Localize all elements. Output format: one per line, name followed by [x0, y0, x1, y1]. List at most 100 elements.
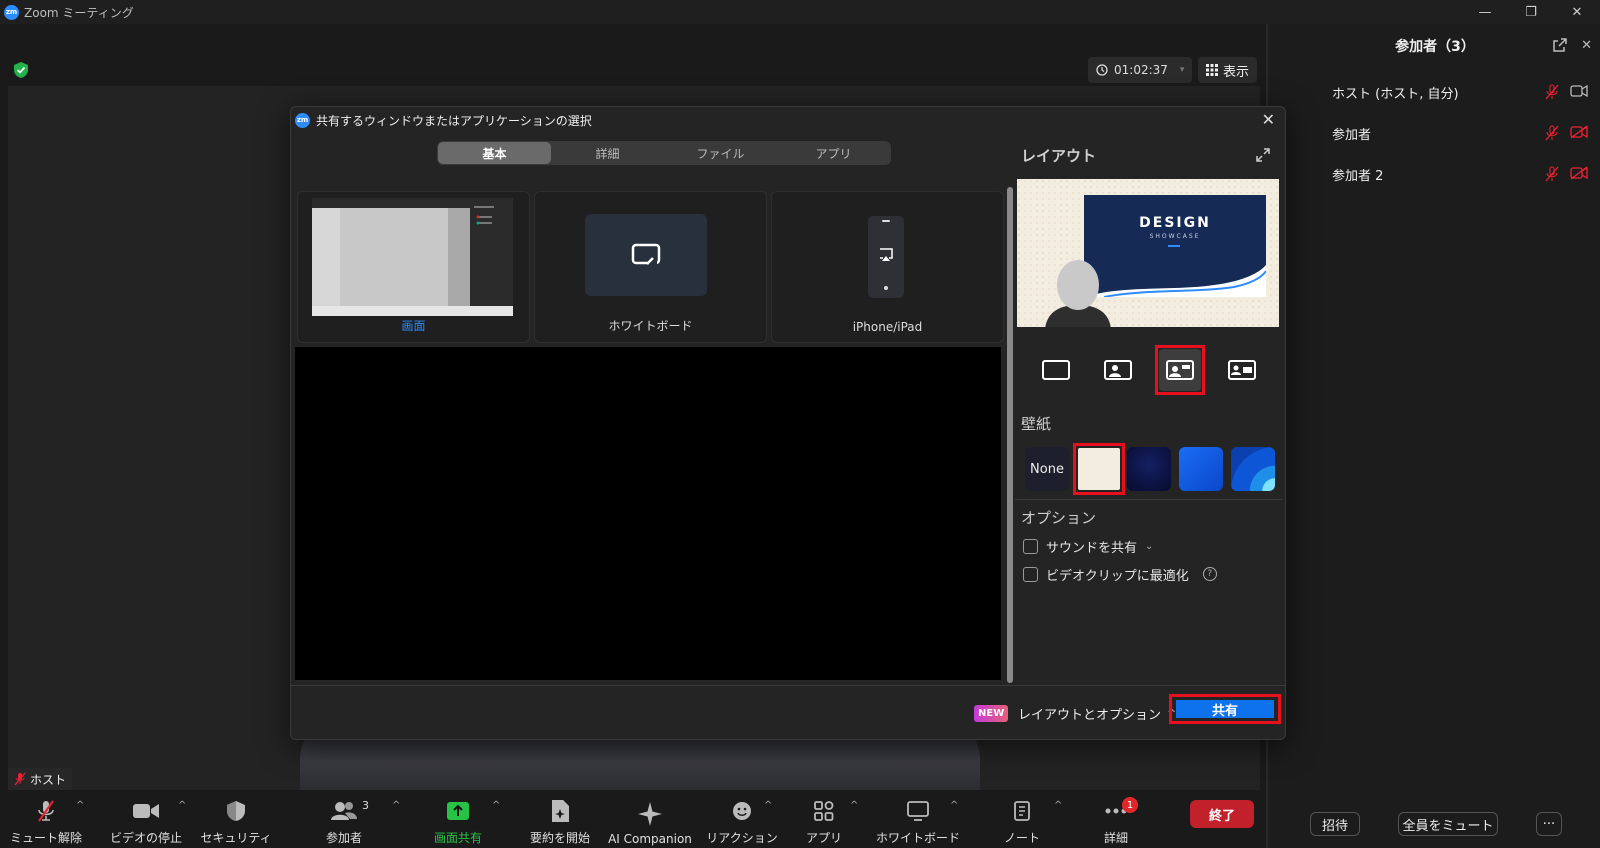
layout-options-label: レイアウトとオプション — [1018, 708, 1162, 723]
more-notification-badge: 1 — [1122, 797, 1138, 813]
phone-thumbnail — [868, 216, 904, 298]
whiteboard-options-caret[interactable]: ^ — [950, 800, 958, 811]
view-label: 表示 — [1223, 64, 1250, 80]
layout-picture-option[interactable] — [1155, 345, 1205, 395]
more-button[interactable]: 1 詳細 — [1078, 790, 1154, 848]
muted-mic-icon — [1545, 125, 1559, 141]
summary-doc-icon — [552, 800, 569, 822]
reactions-options-caret[interactable]: ^ — [764, 800, 772, 811]
apps-icon — [814, 801, 834, 821]
participant-name: 参加者 — [1332, 127, 1372, 143]
share-button[interactable]: 共有 — [1176, 700, 1274, 719]
encryption-shield-icon[interactable] — [13, 61, 29, 79]
invite-button[interactable]: 招待 — [1310, 812, 1360, 836]
close-panel-icon[interactable]: ✕ — [1581, 38, 1592, 53]
window-title: Zoom ミーティング — [24, 5, 134, 20]
view-button[interactable]: 表示 — [1198, 57, 1258, 83]
wallpaper-blue-option[interactable] — [1179, 447, 1223, 491]
help-icon[interactable]: ? — [1202, 567, 1217, 581]
minimize-button[interactable]: — — [1462, 0, 1508, 24]
layout-box-option[interactable] — [1217, 345, 1267, 395]
expand-icon[interactable] — [1255, 147, 1271, 163]
whiteboard-thumbnail — [585, 214, 707, 296]
tile-label: ホワイトボード — [608, 319, 693, 333]
audio-options-caret[interactable]: ^ — [76, 800, 84, 811]
end-meeting-button[interactable]: 終了 — [1190, 800, 1254, 828]
layout-standard-option[interactable] — [1031, 345, 1081, 395]
tab-files[interactable]: ファイル — [664, 142, 777, 164]
checkbox-box[interactable] — [1023, 566, 1038, 582]
dialog-scrollbar[interactable] — [1007, 187, 1013, 683]
video-camera-icon — [133, 804, 159, 818]
mute-all-button[interactable]: 全員をミュート — [1398, 812, 1498, 836]
apps-button[interactable]: アプリ — [786, 790, 862, 848]
timer-value: 01:02:37 — [1114, 63, 1168, 77]
share-tile-iphone-ipad[interactable]: iPhone/iPad — [771, 191, 1004, 343]
unmute-button[interactable]: ミュート解除 — [8, 790, 84, 848]
video-off-icon — [1570, 166, 1588, 180]
layout-options-toggle[interactable]: レイアウトとオプション ^ — [1018, 704, 1176, 723]
participant-row[interactable]: ホスト (ホスト, 自分) — [1268, 72, 1600, 112]
security-button[interactable]: セキュリティ — [198, 790, 274, 848]
airplay-icon — [880, 248, 893, 261]
dialog-footer: NEW レイアウトとオプション ^ 共有 — [291, 685, 1285, 739]
close-window-button[interactable]: ✕ — [1554, 0, 1600, 24]
muted-mic-icon — [1545, 84, 1559, 100]
share-screen-icon — [447, 802, 469, 820]
stop-video-button[interactable]: ビデオの停止 — [104, 790, 188, 848]
security-shield-icon — [227, 801, 245, 821]
presenter-avatar — [1045, 260, 1111, 327]
screen-thumbnail — [312, 198, 513, 316]
share-dialog: zm 共有するウィンドウまたはアプリケーションの選択 ✕ 基本 詳細 ファイル … — [290, 106, 1286, 740]
checkbox-box[interactable] — [1023, 538, 1038, 554]
dialog-header: zm 共有するウィンドウまたはアプリケーションの選択 ✕ — [291, 107, 1285, 133]
popout-icon[interactable] — [1553, 38, 1567, 52]
tab-apps[interactable]: アプリ — [777, 142, 890, 164]
video-options-caret[interactable]: ^ — [178, 800, 186, 811]
reactions-button[interactable]: リアクション — [704, 790, 780, 848]
share-options-caret[interactable]: ^ — [492, 800, 500, 811]
meeting-timer[interactable]: 01:02:37 ▾ — [1088, 57, 1193, 83]
share-tile-screen[interactable]: 画面 — [297, 191, 530, 343]
share-screen-button[interactable]: 画面共有 — [420, 790, 496, 848]
close-dialog-icon[interactable]: ✕ — [1262, 110, 1275, 129]
tab-advanced[interactable]: 詳細 — [551, 142, 664, 164]
wallpaper-navy-option[interactable] — [1127, 447, 1171, 491]
wallpaper-cream-option[interactable] — [1078, 448, 1120, 490]
share-tile-whiteboard[interactable]: ホワイトボード — [534, 191, 767, 343]
apps-label: アプリ — [805, 831, 842, 845]
participant-row[interactable]: 参加者 — [1268, 113, 1600, 153]
panel-more-button[interactable]: ··· — [1536, 812, 1562, 836]
whiteboard-button[interactable]: ホワイトボード — [868, 790, 968, 848]
participant-status-icons — [1544, 125, 1588, 141]
wallpaper-none-option[interactable]: None — [1025, 447, 1069, 491]
wallpaper-heading: 壁紙 — [1021, 415, 1052, 433]
layout-option-row — [1017, 345, 1279, 395]
notes-button[interactable]: ノート — [984, 790, 1060, 848]
notes-options-caret[interactable]: ^ — [1054, 800, 1062, 811]
share-sound-checkbox[interactable]: サウンドを共有 ⌄ — [1023, 537, 1153, 556]
participants-icon — [331, 802, 357, 820]
muted-mic-icon — [38, 800, 54, 822]
share-sound-label: サウンドを共有 — [1046, 540, 1138, 556]
participants-options-caret[interactable]: ^ — [392, 800, 400, 811]
participants-button[interactable]: 3 参加者 — [306, 790, 382, 848]
participant-row[interactable]: 参加者 2 — [1268, 154, 1600, 194]
restore-button[interactable]: ❐ — [1508, 0, 1554, 24]
start-summary-button[interactable]: 要約を開始 — [514, 790, 606, 848]
name-tag: ホスト — [8, 768, 73, 790]
dialog-title: 共有するウィンドウまたはアプリケーションの選択 — [316, 113, 592, 128]
apps-options-caret[interactable]: ^ — [850, 800, 858, 811]
tab-basic[interactable]: 基本 — [438, 142, 551, 164]
chevron-down-icon[interactable]: ⌄ — [1145, 541, 1153, 552]
layout-side-option[interactable] — [1093, 345, 1143, 395]
ai-companion-button[interactable]: AI Companion — [596, 790, 704, 848]
layout-preview: DESIGN SHOWCASE — [1017, 179, 1279, 327]
optimize-video-checkbox[interactable]: ビデオクリップに最適化 ? — [1023, 565, 1217, 584]
ai-sparkle-icon — [638, 802, 662, 826]
scrollbar-thumb[interactable] — [1007, 187, 1013, 683]
window-titlebar: zm Zoom ミーティング — ❐ ✕ — [0, 0, 1600, 24]
window-controls: — ❐ ✕ — [1462, 0, 1600, 24]
stop-video-label: ビデオの停止 — [109, 831, 182, 845]
wallpaper-wave-option[interactable] — [1231, 447, 1275, 491]
